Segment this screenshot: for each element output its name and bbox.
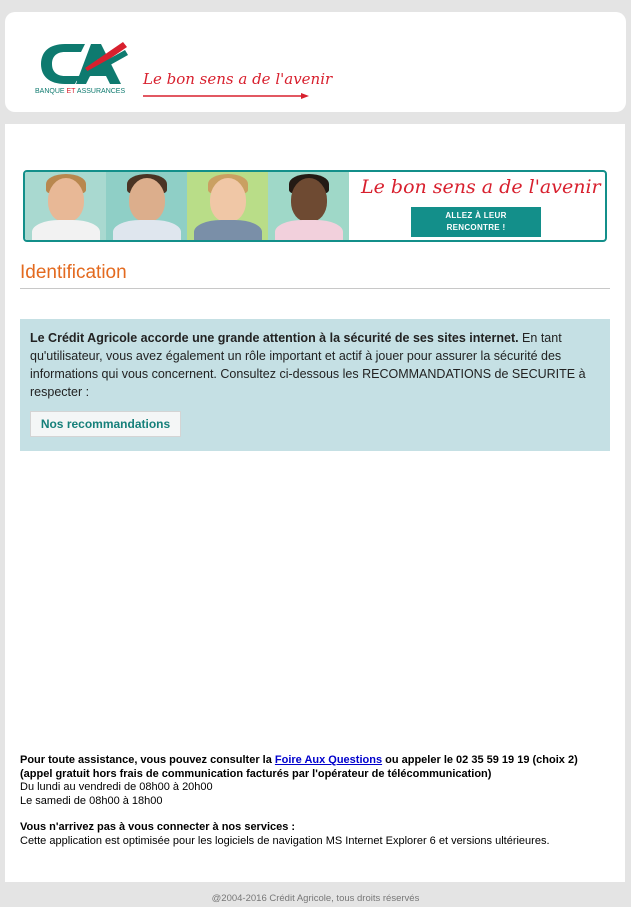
main-card: Le bon sens a de l'avenir ALLEZ À LEUR R…: [5, 124, 625, 882]
header-card: BANQUE ET ASSURANCES Le bon sens a de l'…: [5, 12, 626, 112]
page-title: Identification: [20, 262, 127, 283]
banner-cta-button[interactable]: ALLEZ À LEUR RENCONTRE !: [411, 207, 541, 237]
connect-title: Vous n'arrivez pas à vous connecter à no…: [20, 821, 620, 835]
logo-sub-mid: ET: [66, 88, 76, 95]
tagline-underline: [143, 93, 309, 99]
banner-photo-man: [106, 172, 187, 240]
faq-link[interactable]: Foire Aux Questions: [275, 754, 382, 766]
connect-text: Cette application est optimisée pour les…: [20, 834, 550, 847]
credit-agricole-logo[interactable]: BANQUE ET ASSURANCES: [35, 38, 135, 108]
banner-photo-child: [187, 172, 268, 240]
banner-cta-line1: ALLEZ À LEUR: [445, 211, 507, 220]
ca-logo-icon: [41, 42, 128, 84]
header-tagline: Le bon sens a de l'avenir: [143, 70, 333, 88]
banner-photo-man-2: [268, 172, 349, 240]
assistance-phone: ou appeler le 02 35 59 19 19 (choix 2): [382, 754, 578, 766]
banner-photo-woman: [25, 172, 106, 240]
logo-sub-suffix: ASSURANCES: [76, 88, 126, 95]
logo-subtitle: BANQUE ET ASSURANCES: [35, 88, 125, 95]
assistance-section: Pour toute assistance, vous pouvez consu…: [20, 754, 620, 848]
notice-bold-text: Le Crédit Agricole accorde une grande at…: [30, 331, 519, 345]
assistance-line1: Pour toute assistance, vous pouvez consu…: [20, 754, 620, 768]
assistance-free-call: (appel gratuit hors frais de communicati…: [20, 767, 492, 780]
security-notice: Le Crédit Agricole accorde une grande at…: [20, 319, 610, 451]
hours-saturday: Le samedi de 08h00 à 18h00: [20, 794, 163, 807]
logo-sub-prefix: BANQUE: [35, 88, 65, 95]
assistance-line2: (appel gratuit hors frais de communicati…: [20, 768, 620, 782]
recommendations-button[interactable]: Nos recommandations: [30, 411, 181, 437]
title-divider: [20, 288, 610, 289]
connect-title-text: Vous n'arrivez pas à vous connecter à no…: [20, 821, 296, 833]
banner-tagline: Le bon sens a de l'avenir: [361, 176, 601, 198]
copyright-footer: @2004-2016 Crédit Agricole, tous droits …: [211, 893, 420, 904]
assistance-prefix: Pour toute assistance, vous pouvez consu…: [20, 754, 275, 766]
hours-weekday: Du lundi au vendredi de 08h00 à 20h00: [20, 781, 213, 793]
promo-banner[interactable]: Le bon sens a de l'avenir ALLEZ À LEUR R…: [23, 170, 607, 242]
banner-cta-line2: RENCONTRE !: [446, 223, 506, 232]
